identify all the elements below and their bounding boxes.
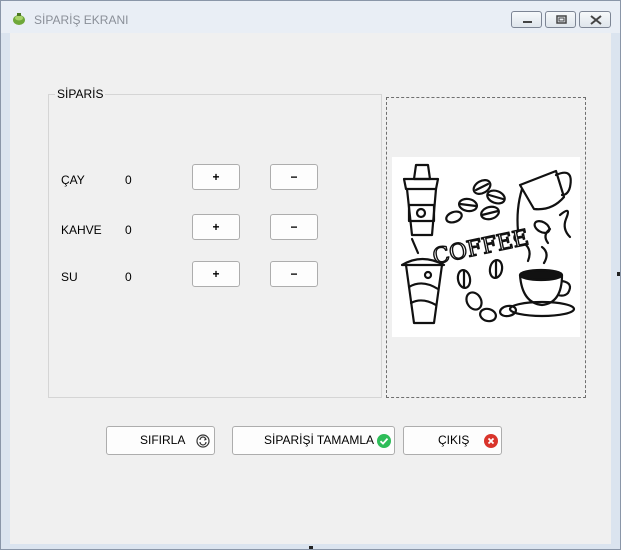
client-area: SİPARİS ÇAY 0 + − KAHVE 0 + − SU 0 + − C…	[10, 33, 611, 544]
picture-box: COFFEE	[386, 97, 586, 398]
reset-button[interactable]: SIFIRLA	[106, 426, 215, 455]
order-groupbox: SİPARİS ÇAY 0 + − KAHVE 0 + − SU 0 + −	[48, 87, 382, 398]
exit-button[interactable]: ÇIKIŞ	[403, 426, 502, 455]
groupbox-title: SİPARİS	[55, 87, 106, 101]
item-name-water: SU	[61, 270, 78, 284]
order-window: SİPARİŞ EKRANI SİPARİS ÇAY 0 + − KAHVE 0…	[0, 0, 621, 550]
complete-order-button[interactable]: SİPARİŞİ TAMAMLA	[232, 426, 395, 455]
maximize-button[interactable]	[545, 11, 576, 28]
coffee-plus-button[interactable]: +	[192, 214, 240, 240]
svg-text:COFFEE: COFFEE	[430, 225, 531, 270]
item-name-coffee: KAHVE	[61, 223, 102, 237]
resize-marker	[309, 546, 313, 549]
close-button[interactable]	[579, 11, 611, 28]
app-icon	[13, 13, 25, 25]
coffee-illustration-icon: COFFEE	[392, 157, 580, 337]
restore-icon	[556, 15, 567, 24]
quantity-tea: 0	[125, 173, 132, 187]
quantity-water: 0	[125, 270, 132, 284]
coffee-minus-button[interactable]: −	[270, 214, 318, 240]
item-name-tea: ÇAY	[61, 173, 85, 187]
window-title: SİPARİŞ EKRANI	[34, 13, 129, 27]
refresh-icon	[196, 434, 210, 448]
minimize-button[interactable]	[511, 11, 542, 28]
check-icon	[377, 434, 391, 448]
complete-order-label: SİPARİŞİ TAMAMLA	[264, 433, 375, 447]
tea-plus-button[interactable]: +	[192, 164, 240, 190]
water-minus-button[interactable]: −	[270, 261, 318, 287]
tea-minus-button[interactable]: −	[270, 164, 318, 190]
quantity-coffee: 0	[125, 223, 132, 237]
cancel-icon	[484, 434, 498, 448]
reset-label: SIFIRLA	[140, 433, 186, 447]
minimize-icon	[523, 21, 532, 23]
resize-marker	[617, 272, 620, 276]
exit-label: ÇIKIŞ	[438, 433, 470, 447]
close-icon	[590, 15, 602, 25]
water-plus-button[interactable]: +	[192, 261, 240, 287]
title-bar[interactable]: SİPARİŞ EKRANI	[1, 1, 620, 33]
